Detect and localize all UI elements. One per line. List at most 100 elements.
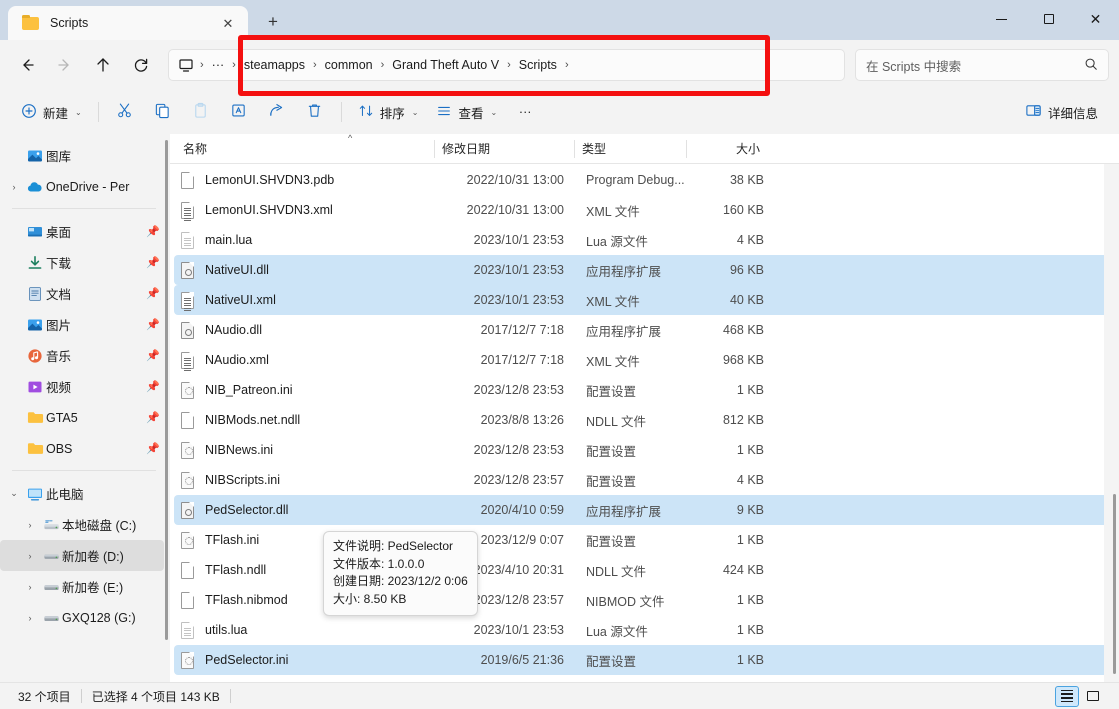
file-type-cell: NDLL 文件 [586,564,646,579]
sidebar-item-local-disk-c[interactable]: › 本地磁盘 (C:) [0,509,164,540]
sidebar-item-gta5[interactable]: GTA5 📌 [0,402,164,433]
close-window-button[interactable]: ✕ [1072,0,1119,38]
breadcrumb-item-gta5[interactable]: Grand Theft Auto V [385,55,506,75]
blank-file-icon [179,411,196,430]
sidebar-item-volume-g[interactable]: › GXQ128 (G:) [0,602,164,633]
large-icons-view-button[interactable] [1081,686,1105,707]
breadcrumb-item-scripts[interactable]: Scripts [512,55,564,75]
pin-icon[interactable]: 📌 [142,349,164,362]
sidebar-item-volume-e[interactable]: › 新加卷 (E:) [0,571,164,602]
file-row[interactable]: TFlash.ndll 2023/4/10 20:31 NDLL 文件 424 KB [174,555,1110,585]
file-row[interactable]: NativeUI.dll 2023/10/1 23:53 应用程序扩展 96 KB [174,255,1110,285]
breadcrumb-item-common[interactable]: common [318,55,380,75]
pin-icon[interactable]: 📌 [142,442,164,455]
search-icon[interactable] [1084,57,1098,74]
file-row[interactable]: main.lua 2023/10/1 23:53 Lua 源文件 4 KB [174,225,1110,255]
expand-chevron-icon[interactable]: › [20,551,40,561]
pin-icon[interactable]: 📌 [142,225,164,238]
up-button[interactable] [86,48,120,82]
file-list-scrollbar-track[interactable] [1104,164,1119,682]
file-row[interactable]: NIBMods.net.ndll 2023/8/8 13:26 NDLL 文件 812… [174,405,1110,435]
file-row[interactable]: NIBNews.ini 2023/12/8 23:53 配置设置 1 KB [174,435,1110,465]
delete-button[interactable] [296,96,334,128]
collapse-chevron-icon[interactable]: ⌄ [4,488,24,499]
file-row[interactable]: NativeUI.xml 2023/10/1 23:53 XML 文件 40 KB [174,285,1110,315]
file-name-cell: NativeUI.xml [174,285,438,315]
new-button[interactable]: 新建 ⌄ [12,96,91,128]
sidebar-item-documents[interactable]: 文档 📌 [0,278,164,309]
column-header-row: 名称 ^ 修改日期 类型 大小 [170,134,1119,164]
file-type-cell: Lua 源文件 [586,624,648,639]
column-header-size[interactable]: 大小 [686,134,770,164]
file-list-scrollbar-thumb[interactable] [1113,494,1116,674]
address-bar[interactable]: › ··· › steamapps › common › Grand Theft… [168,49,845,81]
expand-chevron-icon[interactable]: › [20,613,40,623]
search-box[interactable]: 在 Scripts 中搜索 [855,49,1109,81]
tab-scripts[interactable]: Scripts ✕ [8,6,248,40]
sidebar-item-onedrive[interactable]: › OneDrive - Per [0,171,164,202]
documents-icon [24,286,46,302]
file-row[interactable]: PedSelector.dll 2020/4/10 0:59 应用程序扩展 9 KB [174,495,1110,525]
cut-button[interactable] [106,96,144,128]
column-header-name[interactable]: 名称 ^ [170,134,434,164]
file-row[interactable]: NAudio.dll 2017/12/7 7:18 应用程序扩展 468 KB [174,315,1110,345]
file-row[interactable]: NIB_Patreon.ini 2023/12/8 23:53 配置设置 1 KB [174,375,1110,405]
refresh-button[interactable] [124,48,158,82]
breadcrumb-overflow[interactable]: ··· [205,55,232,75]
file-row[interactable]: NIBScripts.ini 2023/12/8 23:57 配置设置 4 KB [174,465,1110,495]
expand-chevron-icon[interactable]: › [20,520,40,530]
sidebar-item-videos[interactable]: 视频 📌 [0,371,164,402]
expand-chevron-icon[interactable]: › [20,582,40,592]
details-view-button[interactable] [1055,685,1079,707]
sidebar-item-volume-d[interactable]: › 新加卷 (D:) [0,540,164,571]
file-row[interactable]: TFlash.nibmod 2023/12/8 23:57 NIBMOD 文件 1 K… [174,585,1110,615]
sidebar-item-gallery[interactable]: 图库 [0,140,164,171]
sidebar-item-desktop[interactable]: 桌面 📌 [0,216,164,247]
file-row[interactable]: NAudio.xml 2017/12/7 7:18 XML 文件 968 KB [174,345,1110,375]
close-tab-icon[interactable]: ✕ [216,11,240,35]
file-row[interactable]: PedSelector.ini 2019/6/5 21:36 配置设置 1 KB [174,645,1110,675]
sidebar-scrollbar-thumb[interactable] [165,140,168,640]
sidebar-item-label: 下载 [46,257,72,271]
breadcrumb-separator-trailing[interactable]: › [564,59,570,71]
sidebar-item-pictures[interactable]: 图片 📌 [0,309,164,340]
minimize-button[interactable] [978,0,1025,38]
sidebar-item-music[interactable]: 音乐 📌 [0,340,164,371]
file-row[interactable]: utils.lua 2023/10/1 23:53 Lua 源文件 1 KB [174,615,1110,645]
details-pane-button[interactable]: 详细信息 [1016,96,1107,128]
file-row[interactable]: LemonUI.SHVDN3.xml 2022/10/31 13:00 XML 文件… [174,195,1110,225]
chevron-down-icon: ⌄ [490,107,498,117]
more-button[interactable]: ··· [506,96,544,128]
rename-button[interactable] [220,96,258,128]
copy-button[interactable] [144,96,182,128]
maximize-button[interactable] [1025,0,1072,38]
column-header-type[interactable]: 类型 [574,134,686,164]
pin-icon[interactable]: 📌 [142,411,164,424]
file-name-cell: NIB_Patreon.ini [174,375,438,405]
new-tab-button[interactable]: + [258,7,288,37]
pin-icon[interactable]: 📌 [142,287,164,300]
file-name-cell: NAudio.xml [174,345,438,375]
share-button[interactable] [258,96,296,128]
sidebar-item-this-pc[interactable]: ⌄ 此电脑 [0,478,164,509]
file-name-cell: NativeUI.dll [174,255,438,285]
pin-icon[interactable]: 📌 [142,318,164,331]
search-placeholder: 在 Scripts 中搜索 [866,59,962,74]
pin-icon[interactable]: 📌 [142,256,164,269]
file-row[interactable]: TFlash.ini 2023/12/9 0:07 配置设置 1 KB [174,525,1110,555]
sidebar-item-downloads[interactable]: 下载 📌 [0,247,164,278]
sort-button[interactable]: 排序 ⌄ [349,96,428,128]
file-name-label: NIBMods.net.ndll [205,413,301,427]
file-row[interactable]: LemonUI.SHVDN3.pdb 2022/10/31 13:00 Progra… [174,165,1110,195]
view-button[interactable]: 查看 ⌄ [427,96,506,128]
column-header-date[interactable]: 修改日期 [434,134,574,164]
file-name-label: main.lua [205,233,253,247]
pin-icon[interactable]: 📌 [142,380,164,393]
sidebar-item-obs[interactable]: OBS 📌 [0,433,164,464]
expand-chevron-icon[interactable]: › [4,182,24,192]
forward-button[interactable] [48,48,82,82]
file-name-cell: LemonUI.SHVDN3.pdb [174,165,438,195]
back-button[interactable] [10,48,44,82]
paste-button[interactable] [182,96,220,128]
breadcrumb-item-steamapps[interactable]: steamapps [237,55,312,75]
